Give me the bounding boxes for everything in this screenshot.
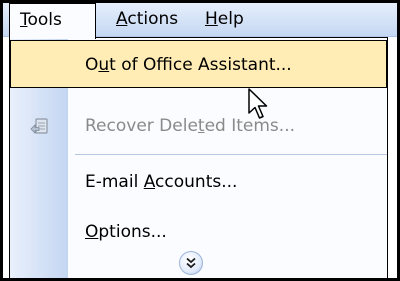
menu-item-accesskey: u xyxy=(98,55,110,75)
menu-item-label-prefix: Recover Dele xyxy=(85,116,198,136)
menu-item-label-prefix: O xyxy=(85,55,99,75)
menu-item-label-suffix: t of Office Assistant... xyxy=(109,55,292,75)
mouse-pointer-icon xyxy=(248,88,268,119)
menu-item-label: Options... xyxy=(85,207,167,257)
menu-item-email-accounts[interactable]: E-mail Accounts... xyxy=(10,157,387,207)
menu-separator xyxy=(75,154,387,155)
tools-dropdown-menu: Out of Office Assistant... Recover Delet… xyxy=(9,37,388,278)
menu-item-label: Out of Office Assistant... xyxy=(85,41,292,91)
menu-item-accesskey: A xyxy=(143,172,156,192)
double-chevron-down-icon xyxy=(186,257,196,269)
recover-deleted-icon xyxy=(30,118,48,134)
menu-tools[interactable]: Tools xyxy=(9,3,96,39)
menu-item-accesskey: t xyxy=(197,116,205,136)
menu-help-label: elp xyxy=(217,9,244,29)
menu-item-label: E-mail Accounts... xyxy=(85,157,237,207)
menu-item-label-prefix: E-mail xyxy=(85,172,144,192)
menu-item-accesskey: O xyxy=(85,222,99,242)
menu-help[interactable]: Help xyxy=(199,3,250,37)
menu-actions-label: ctions xyxy=(127,9,179,29)
menu-tools-label: ools xyxy=(27,10,62,30)
menu-actions-accesskey: A xyxy=(116,9,128,29)
menu-item-out-of-office-assistant[interactable]: Out of Office Assistant... xyxy=(10,40,387,88)
menu-help-accesskey: H xyxy=(205,9,218,29)
expand-menu-button[interactable] xyxy=(179,251,203,275)
menu-item-recover-deleted-items: Recover Deleted Items... xyxy=(10,101,387,151)
menu-actions[interactable]: Actions xyxy=(110,3,184,37)
menu-bar: Tools Actions Help xyxy=(3,3,397,39)
menu-item-options[interactable]: Options... xyxy=(10,207,387,257)
application-window: Tools Actions Help Out of Office Assista… xyxy=(0,0,400,281)
menu-tools-accesskey: T xyxy=(20,10,28,30)
menu-item-label-suffix: ptions... xyxy=(98,222,167,242)
menu-item-label-suffix: ccounts... xyxy=(155,172,238,192)
